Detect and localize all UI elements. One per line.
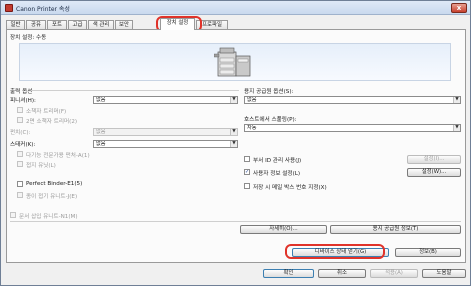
paper-source-select[interactable]: 없음 ▼	[244, 96, 461, 104]
printer-preview-pane	[19, 43, 451, 81]
printer-app-icon	[5, 4, 13, 12]
tab-general[interactable]: 일반	[6, 20, 25, 29]
chevron-down-icon: ▼	[230, 141, 237, 147]
user-info-checkbox[interactable]: ✓	[244, 169, 250, 175]
output-options-title: 출력 옵션	[10, 89, 33, 95]
paper-source-value: 없음	[247, 97, 257, 103]
punch-value: 없음	[96, 129, 106, 135]
tab-security[interactable]: 보안	[115, 20, 133, 29]
small-trimmer-checkbox[interactable]	[17, 107, 23, 113]
tab-device-settings[interactable]: 장치 설정	[160, 18, 195, 30]
help-button[interactable]: 도움말	[422, 269, 466, 278]
device-settings-mode: 장치 설정: 수동	[10, 35, 47, 41]
host-spool-value: 자동	[247, 125, 257, 131]
chevron-down-icon: ▼	[453, 125, 460, 131]
stacker-select[interactable]: 없음 ▼	[93, 140, 238, 148]
paper-folding-label: 종이 접기 유니트-J(E)	[26, 194, 78, 200]
printer-properties-window: Canon Printer 속성 x 일반 공유 포트 고급 색 관리 보안 장…	[0, 0, 471, 286]
two-knife-trimmer-label: 2면 소책자 트리머(2)	[26, 119, 78, 125]
dept-id-checkbox[interactable]	[244, 156, 250, 162]
stacker-value: 없음	[96, 141, 106, 147]
tab-ports[interactable]: 포트	[47, 20, 67, 29]
details-button[interactable]: 자세히(O)...	[240, 225, 327, 234]
cancel-button[interactable]: 취소	[318, 269, 366, 278]
dept-id-label: 부서 ID 관리 사용(J)	[253, 158, 302, 164]
output-options-divider	[31, 90, 239, 91]
tab-color-management[interactable]: 색 관리	[88, 20, 114, 29]
printer-illustration-icon	[214, 47, 251, 77]
user-info-label: 사용자 정보 설정(L)	[253, 171, 301, 177]
paper-source-info-button[interactable]: 용지 공급원 정보(T)	[330, 225, 461, 234]
multi-puncher-checkbox[interactable]	[17, 151, 23, 157]
store-box-label: 저장 시 메일 박스 번호 지정(X)	[253, 185, 327, 191]
window-title: Canon Printer 속성	[16, 6, 70, 13]
finisher-select[interactable]: 없음 ▼	[93, 96, 238, 104]
store-box-checkbox[interactable]	[244, 183, 250, 189]
perfect-binder-checkbox[interactable]	[17, 181, 23, 187]
tab-profile[interactable]: 프로파일	[196, 20, 228, 29]
document-insertion-label: 문서 삽입 유니트-N1(M)	[19, 214, 78, 220]
host-spool-select[interactable]: 자동 ▼	[244, 124, 461, 132]
chevron-down-icon: ▼	[453, 97, 460, 103]
finisher-value: 없음	[96, 97, 106, 103]
bottom-divider	[10, 221, 461, 222]
title-bar: Canon Printer 속성 x	[1, 1, 470, 15]
tab-sharing[interactable]: 공유	[26, 20, 46, 29]
punch-select[interactable]: 없음 ▼	[93, 128, 238, 136]
punch-label: 펀치(C):	[10, 130, 31, 136]
user-info-settings-button[interactable]: 설정(W)...	[407, 168, 461, 177]
host-spool-label: 호스트에서 스풀링(P):	[244, 117, 297, 123]
small-trimmer-label: 소책자 트리머(F)	[26, 109, 67, 115]
two-knife-trimmer-checkbox[interactable]	[17, 117, 23, 123]
multi-puncher-label: 다기능 전문가용 펀처-A(1)	[26, 153, 90, 159]
perfect-binder-label: Perfect Binder-E1(5)	[26, 181, 83, 187]
paper-source-label: 용지 공급원 옵션(S):	[244, 89, 294, 95]
finisher-label: 피니셔(H):	[10, 98, 36, 104]
folding-unit-checkbox[interactable]	[17, 161, 23, 167]
ok-button[interactable]: 확인	[263, 269, 314, 278]
close-button[interactable]: x	[451, 3, 467, 13]
chevron-down-icon: ▼	[230, 97, 237, 103]
get-device-status-button[interactable]: 디바이스 상태 얻기(G)	[292, 248, 389, 257]
folding-unit-label: 접지 유닛(L)	[26, 163, 56, 169]
chevron-down-icon: ▼	[230, 129, 237, 135]
paper-folding-checkbox[interactable]	[17, 192, 23, 198]
stacker-label: 스태커(K):	[10, 142, 36, 148]
document-insertion-checkbox[interactable]	[10, 212, 16, 218]
device-settings-panel: 장치 설정: 수동 출력 옵션 피니셔(H): 없음 ▼ 소책자 트리머(F)	[6, 29, 466, 263]
tab-advanced[interactable]: 고급	[68, 20, 87, 29]
apply-button[interactable]: 적용(A)	[370, 269, 418, 278]
dept-id-settings-button[interactable]: 설정(I)...	[407, 155, 461, 164]
info-button[interactable]: 정보(B)	[395, 248, 461, 257]
